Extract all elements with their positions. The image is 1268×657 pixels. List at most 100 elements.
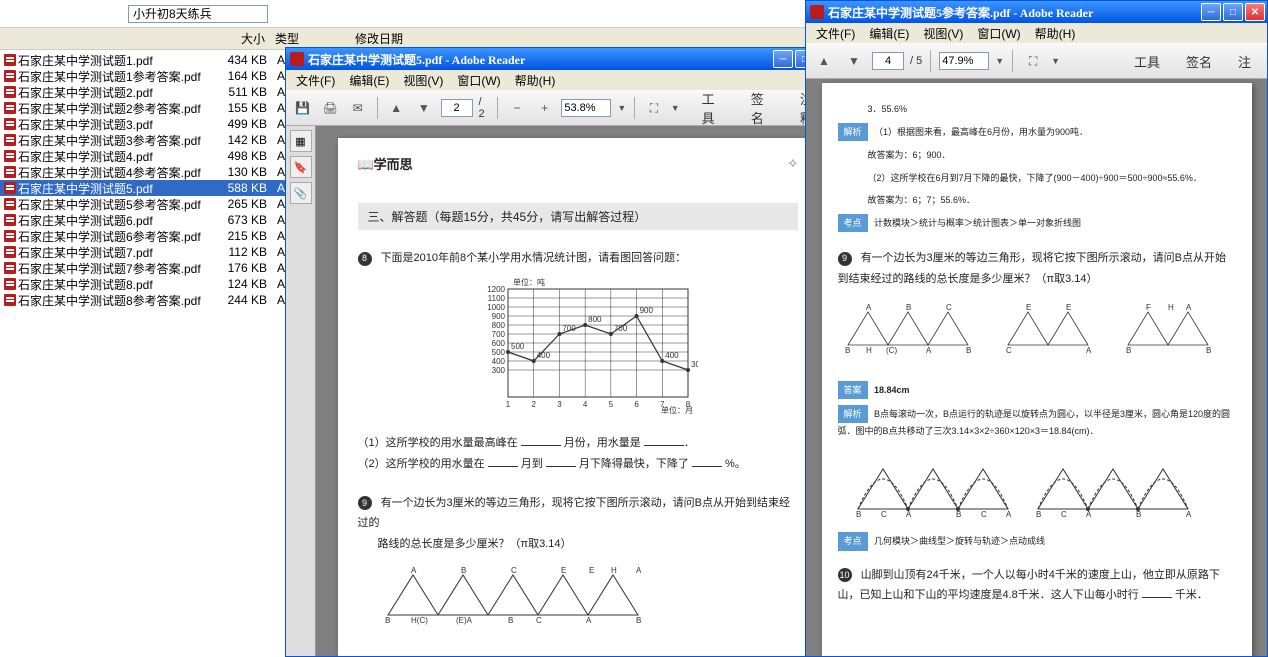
svg-text:700: 700	[491, 330, 505, 339]
search-input[interactable]	[128, 5, 268, 23]
file-size: 498 KB	[212, 149, 267, 163]
svg-text:300: 300	[691, 360, 698, 369]
col-date[interactable]: 修改日期	[325, 30, 465, 47]
file-name: 石家庄某中学测试题2.pdf	[18, 84, 212, 101]
svg-text:A: A	[411, 566, 417, 575]
svg-text:A: A	[1186, 303, 1192, 312]
menu-window[interactable]: 窗口(W)	[451, 70, 506, 91]
zoom-input[interactable]	[939, 52, 989, 70]
thumbnails-icon[interactable]: ▦	[290, 130, 312, 152]
pdf-file-icon	[4, 134, 16, 146]
svg-text:B: B	[1136, 510, 1141, 519]
attachments-icon[interactable]: 📎	[290, 182, 312, 204]
svg-text:1000: 1000	[487, 303, 505, 312]
svg-text:1: 1	[505, 400, 510, 409]
menu-help[interactable]: 帮助(H)	[509, 70, 562, 91]
fit-icon[interactable]: ⛶	[1021, 49, 1045, 73]
reader-window-left: 石家庄某中学测试题5.pdf - Adobe Reader ─ □ ✕ 文件(F…	[285, 47, 840, 657]
page-total: / 5	[910, 55, 922, 67]
arrow-down-icon[interactable]: ▼	[842, 49, 866, 73]
pdf-file-icon	[4, 70, 16, 82]
close-button[interactable]: ✕	[1245, 3, 1265, 21]
file-size: 155 KB	[212, 101, 267, 115]
q-num-10: 10	[838, 568, 852, 582]
menu-edit[interactable]: 编辑(E)	[863, 23, 915, 44]
svg-text:C: C	[946, 303, 952, 312]
q8-2b: 月到	[521, 458, 543, 470]
window-title: 石家庄某中学测试题5参考答案.pdf - Adobe Reader	[828, 4, 1201, 21]
dropdown-icon[interactable]: ▼	[617, 103, 626, 113]
page-view[interactable]: 📖学而思 ⟡ 三、解答题（每题15分，共45分，请写出解答过程） 8 下面是20…	[316, 126, 839, 656]
pdf-page: 📖学而思 ⟡ 三、解答题（每题15分，共45分，请写出解答过程） 8 下面是20…	[338, 138, 818, 656]
save-icon[interactable]: 💾	[292, 96, 314, 120]
file-name: 石家庄某中学测试题4参考答案.pdf	[18, 164, 212, 181]
svg-text:C: C	[511, 566, 517, 575]
menu-file[interactable]: 文件(F)	[810, 23, 861, 44]
zoom-input[interactable]	[561, 99, 611, 117]
analysis9: B点每滚动一次，B点运行的轨迹是以旋转点为圆心，以半径是3厘米，圆心角是120度…	[838, 409, 1231, 436]
pdf-file-icon	[4, 182, 16, 194]
pdf-file-icon	[4, 166, 16, 178]
svg-text:1100: 1100	[487, 294, 505, 303]
svg-text:300: 300	[491, 366, 505, 375]
page-number-input[interactable]	[441, 99, 473, 117]
pdf-icon	[810, 5, 824, 19]
menu-edit[interactable]: 编辑(E)	[343, 70, 395, 91]
file-name: 石家庄某中学测试题8.pdf	[18, 276, 212, 293]
menu-help[interactable]: 帮助(H)	[1029, 23, 1082, 44]
svg-text:E: E	[1066, 303, 1071, 312]
arrow-down-icon[interactable]: ▼	[413, 96, 435, 120]
zoom-in-icon[interactable]: +	[534, 96, 556, 120]
ans3: 3．55.6%	[868, 101, 1236, 117]
page-number-input[interactable]	[872, 52, 904, 70]
tag-ans: 答案	[838, 381, 868, 399]
sign-button[interactable]: 签名	[1176, 49, 1222, 74]
pdf-file-icon	[4, 230, 16, 242]
pdf-file-icon	[4, 278, 16, 290]
col-size[interactable]: 大小	[210, 30, 265, 47]
minimize-button[interactable]: ─	[773, 50, 793, 68]
svg-text:400: 400	[536, 351, 550, 360]
tools-button[interactable]: 工具	[1124, 49, 1170, 74]
menu-view[interactable]: 视图(V)	[397, 70, 449, 91]
arrow-up-icon[interactable]: ▲	[385, 96, 407, 120]
col-name[interactable]	[0, 30, 210, 47]
file-name: 石家庄某中学测试题3参考答案.pdf	[18, 132, 212, 149]
file-name: 石家庄某中学测试题3.pdf	[18, 116, 212, 133]
file-size: 265 KB	[212, 197, 267, 211]
file-size: 499 KB	[212, 117, 267, 131]
bookmarks-icon[interactable]: 🔖	[290, 156, 312, 178]
tools-button[interactable]: 工具	[692, 86, 735, 130]
dropdown-icon[interactable]: ▼	[1051, 56, 1060, 66]
page-view[interactable]: 3．55.6% 解析 （1）根据图来看，最高峰在6月份，用水量为900吨． 故答…	[806, 79, 1267, 656]
menu-view[interactable]: 视图(V)	[917, 23, 969, 44]
file-name: 石家庄某中学测试题2参考答案.pdf	[18, 100, 212, 117]
q8-1a: （1）这所学校的用水量最高峰在	[358, 437, 518, 449]
q9r: 有一个边长为3厘米的等边三角形，现将它按下图所示滚动，请问B点从开始到结束经过的…	[838, 252, 1227, 285]
menu-file[interactable]: 文件(F)	[290, 70, 341, 91]
titlebar[interactable]: 石家庄某中学测试题5.pdf - Adobe Reader ─ □ ✕	[286, 48, 839, 70]
zoom-out-icon[interactable]: −	[506, 96, 528, 120]
col-type[interactable]: 类型	[265, 30, 325, 47]
dropdown-icon[interactable]: ▼	[671, 103, 680, 113]
fit-icon[interactable]: ⛶	[643, 96, 665, 120]
svg-text:800: 800	[588, 315, 602, 324]
tag-analysis: 解析	[838, 123, 868, 141]
point9: 几何模块＞曲线型＞旋转与轨迹＞点动成线	[874, 536, 1045, 546]
svg-text:5: 5	[608, 400, 613, 409]
maximize-button[interactable]: □	[1223, 3, 1243, 21]
menu-window[interactable]: 窗口(W)	[971, 23, 1026, 44]
comment-button[interactable]: 注	[1228, 49, 1261, 74]
arrow-up-icon[interactable]: ▲	[812, 49, 836, 73]
file-size: 434 KB	[212, 53, 267, 67]
dropdown-icon[interactable]: ▼	[995, 56, 1004, 66]
svg-text:A: A	[1086, 510, 1092, 519]
svg-text:B: B	[636, 616, 641, 625]
svg-text:4: 4	[582, 400, 587, 409]
print-icon[interactable]: 🖨	[320, 96, 342, 120]
sign-button[interactable]: 签名	[741, 86, 784, 130]
titlebar[interactable]: 石家庄某中学测试题5参考答案.pdf - Adobe Reader ─ □ ✕	[806, 1, 1267, 23]
mail-icon[interactable]: ✉	[347, 96, 369, 120]
minimize-button[interactable]: ─	[1201, 3, 1221, 21]
triangles-diagram: ABCEEHA BH(C)(E)ABCAB	[378, 565, 798, 633]
